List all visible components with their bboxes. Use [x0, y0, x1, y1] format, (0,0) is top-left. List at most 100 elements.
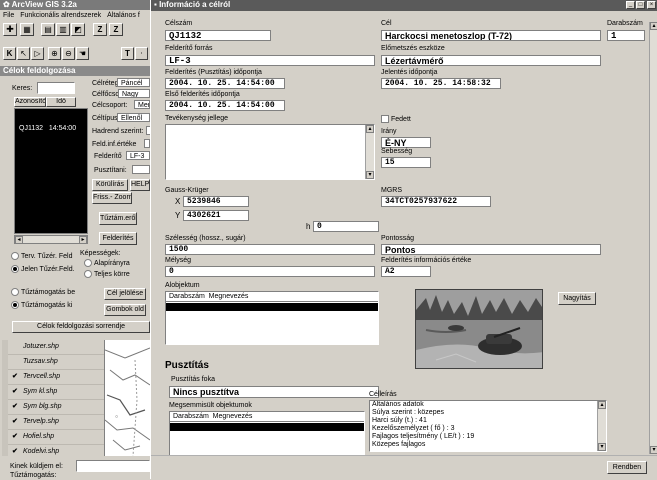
legend-scrollbar[interactable] [2, 340, 8, 456]
vertex-tool-icon[interactable]: ▷ [31, 47, 44, 60]
megsemmisult-selected-row[interactable] [170, 423, 364, 431]
table-tool-icon[interactable]: ▤ [41, 23, 55, 36]
text-tool-icon[interactable]: T [121, 47, 134, 60]
x-field[interactable]: 5239846 [183, 196, 249, 207]
rendben-button[interactable]: Rendben [607, 461, 647, 474]
celtipus-value[interactable]: Ellenől [117, 113, 150, 122]
list-header-ido[interactable]: Idő [46, 97, 76, 107]
tuztam-erok-button[interactable]: Tűztám.erők [99, 212, 137, 225]
minimize-icon[interactable]: _ [626, 1, 635, 9]
scroll-up-arrow-icon[interactable]: ▴ [366, 125, 374, 133]
maximize-icon[interactable]: □ [636, 1, 645, 9]
map-view[interactable]: ○ [105, 340, 150, 456]
cel-jelolese-button[interactable]: Cél jelölése [104, 288, 146, 300]
checkmark-icon[interactable]: ✔ [12, 415, 20, 429]
kinek-input[interactable] [76, 460, 150, 472]
sebesseg-field[interactable]: 15 [381, 157, 431, 168]
layer-item[interactable]: ✔ Sym blg.shp [2, 400, 104, 415]
chart-tool-icon[interactable]: ▥ [56, 23, 70, 36]
celreteg-value[interactable]: Páncél [117, 78, 150, 87]
gombok-old-button[interactable]: Gombok old [104, 304, 146, 316]
layer-item[interactable]: Jotuzer.shp [2, 340, 104, 355]
print-tool-icon[interactable]: ▦ [20, 23, 34, 36]
zoom-in-magnifier-icon[interactable]: ⊕ [48, 47, 61, 60]
zoom-out-tool-icon[interactable]: Z [109, 23, 123, 36]
layer-item[interactable]: Tuzsav.shp [2, 355, 104, 370]
jelentes-field[interactable]: 2004. 10. 25. 14:58:32 [381, 78, 501, 89]
checkmark-icon[interactable]: ✔ [12, 385, 20, 399]
help-button[interactable]: HELP [130, 179, 150, 191]
nagyitas-button[interactable]: Nagyítás [558, 292, 596, 305]
dialog-scrollbar[interactable]: ▴ ▾ [649, 22, 657, 454]
scroll-up-arrow-icon[interactable]: ▴ [650, 22, 657, 30]
pontossag-field[interactable]: Pontos [381, 244, 601, 255]
melyseg-field[interactable]: 0 [165, 266, 375, 277]
y-field[interactable]: 4302621 [183, 210, 249, 221]
pan-hand-icon[interactable]: ☚ [76, 47, 89, 60]
felderito-forras-field[interactable]: LF-3 [165, 55, 375, 66]
ertek-field[interactable]: A2 [381, 266, 431, 277]
eszkoz-field[interactable]: Lézertávmérő [381, 55, 601, 66]
checkmark-icon[interactable]: ✔ [12, 445, 20, 456]
idopont-field[interactable]: 2004. 10. 25. 14:54:00 [165, 78, 285, 89]
frissit-zoom-button[interactable]: Friss.- Zoom [92, 192, 132, 204]
darabszam-field[interactable]: 1 [607, 30, 645, 41]
scroll-down-arrow-icon[interactable]: ▾ [650, 446, 657, 454]
alobjektum-list[interactable]: Darabszám Megnevezés [165, 291, 379, 345]
celok-sorrend-button[interactable]: Célok feldolgozási sorrendje [12, 321, 150, 333]
pusztitas-foka-field[interactable]: Nincs pusztítva [169, 386, 379, 398]
felderites-button[interactable]: Felderítés [99, 232, 137, 245]
identify-tool-icon[interactable]: K [3, 47, 16, 60]
zoom-out-magnifier-icon[interactable]: ⊖ [62, 47, 75, 60]
celszam-field[interactable]: QJ1132 [165, 30, 271, 41]
layer-item[interactable]: ✔ Sym kl.shp [2, 385, 104, 400]
scroll-right-arrow-icon[interactable]: ▸ [79, 236, 87, 244]
layer-item[interactable]: ✔ Kodelvi.shp [2, 445, 104, 456]
checkmark-icon[interactable]: ✔ [12, 400, 20, 414]
korulitas-button[interactable]: Körülírás [92, 179, 128, 191]
checkmark-icon[interactable]: ✔ [12, 370, 20, 384]
radio-alapiranyra[interactable]: Alapírányra [84, 259, 150, 268]
radio-tuztam-be[interactable]: Tűztámogatás be [11, 288, 81, 297]
radio-teljes-korre[interactable]: Teljes körre [84, 269, 150, 279]
radio-jelen-tuzer[interactable]: Jelen Tűzér.Feld. [11, 264, 81, 274]
fedett-checkbox[interactable]: Fedett [381, 115, 411, 124]
layer-item[interactable]: ✔ Hofiel.shp [2, 430, 104, 445]
felderito-value[interactable]: LF-3 [126, 151, 150, 160]
celleiras-textarea[interactable]: Általános adatok Súlya szerint : közepes H… [369, 400, 607, 452]
point-tool-icon[interactable]: ⋅ [135, 47, 148, 60]
alobjektum-selected-row[interactable] [166, 303, 378, 311]
celcsoport-value[interactable]: Merv [134, 100, 150, 109]
target-list-hscroll[interactable]: ◂ ▸ [14, 235, 88, 244]
list-header-azonosito[interactable]: Azonosító [14, 97, 46, 107]
close-icon[interactable]: × [647, 1, 656, 9]
scroll-down-arrow-icon[interactable]: ▾ [366, 171, 374, 179]
tevekenyseg-textarea[interactable]: ▴ ▾ [165, 124, 375, 180]
cel-field[interactable]: Harckocsi menetoszlop (T-72) [381, 30, 601, 41]
menu-altalanos[interactable]: Általános f [107, 12, 140, 19]
mgrs-field[interactable]: 34TCT0257937622 [381, 196, 491, 207]
h-field[interactable]: 0 [313, 221, 379, 232]
menu-file[interactable]: File [3, 12, 14, 19]
layer-item[interactable]: ✔ Tervcell.shp [2, 370, 104, 385]
scroll-left-arrow-icon[interactable]: ◂ [15, 236, 23, 244]
szelesseg-field[interactable]: 1500 [165, 244, 375, 255]
save-tool-icon[interactable]: ✚ [3, 23, 17, 36]
celleiras-scrollbar[interactable]: ▴ ▾ [597, 401, 606, 451]
list-item[interactable]: QJ1132 14:54:00 [19, 125, 76, 132]
scroll-up-arrow-icon[interactable]: ▴ [598, 401, 606, 409]
irany-field[interactable]: É-NY [381, 137, 431, 148]
checkmark-icon[interactable]: ✔ [12, 430, 20, 444]
target-list[interactable]: QJ1132 14:54:00 [14, 108, 88, 234]
tevekenyseg-scrollbar[interactable]: ▴ ▾ [365, 125, 374, 179]
layer-item[interactable]: ✔ Tervelp.shp [2, 415, 104, 430]
menu-funkcionalis[interactable]: Funkcionális alrendszerek [20, 12, 101, 19]
elso-field[interactable]: 2004. 10. 25. 14:54:00 [165, 100, 285, 111]
search-input[interactable] [37, 82, 75, 94]
zoom-in-tool-icon[interactable]: Z [93, 23, 107, 36]
pointer-tool-icon[interactable]: ↖ [17, 47, 30, 60]
radio-tuztam-ki[interactable]: Tűztámogatás ki [11, 300, 81, 310]
pusztitani-value[interactable] [132, 165, 150, 174]
query-tool-icon[interactable]: ◩ [71, 23, 85, 36]
radio-terv-tuzer[interactable]: Terv. Tűzér. Feld [11, 252, 81, 261]
